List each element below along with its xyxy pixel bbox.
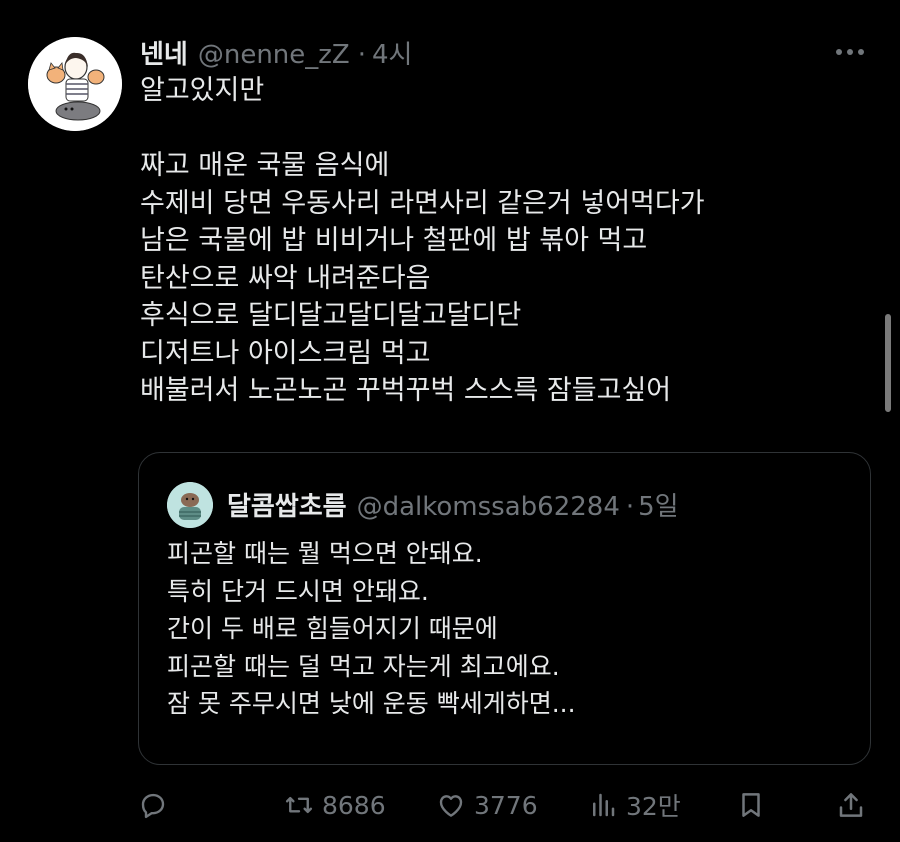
like-button[interactable]: 3776	[436, 788, 538, 822]
tweet-text-line: 짜고 매운 국물 음식에	[140, 150, 390, 181]
reply-icon	[141, 793, 165, 819]
more-dot-icon	[858, 49, 864, 55]
reply-button[interactable]	[138, 788, 176, 822]
quoted-text-line: 피곤할 때는 덜 먹고 자는게 최고에요.	[167, 651, 560, 681]
tweet-text-line: 배불러서 노곤노곤 꾸벅꾸벅 스스륵 잠들고싶어	[140, 375, 672, 406]
tweet-text-line: 후식으로 달디달고달디달고달디단	[140, 300, 522, 331]
quoted-author-avatar[interactable]	[167, 482, 213, 528]
tweet-text-line: 알고있지만	[140, 75, 265, 106]
quoted-author-display-name[interactable]: 달콤쌉초름	[227, 486, 347, 523]
scrollbar-thumb[interactable]	[885, 314, 891, 412]
tweet-header: 넨네 @nenne_zZ · 4시	[140, 34, 412, 72]
quoted-tweet-card[interactable]: 달콤쌉초름 @dalkomssab62284 · 5일 피곤할 때는 뭘 먹으면…	[138, 452, 871, 765]
views-button[interactable]: 32만	[588, 788, 681, 822]
views-count: 32만	[626, 792, 681, 821]
quoted-tweet-text: 피곤할 때는 뭘 먹으면 안돼요. 특히 단거 드시면 안돼요. 간이 두 배로…	[167, 535, 857, 723]
author-avatar[interactable]	[28, 37, 122, 131]
tweet-text: 알고있지만 짜고 매운 국물 음식에 수제비 당면 우동사리 라면사리 같은거 …	[140, 72, 840, 410]
share-icon	[839, 793, 863, 817]
quoted-text-line: 잠 못 주무시면 낮에 운동 빡세게하면...	[167, 689, 576, 718]
heart-icon	[439, 795, 463, 817]
tweet-text-line: 탄산으로 싸악 내려준다음	[140, 262, 431, 294]
quoted-text-line: 특히 단거 드시면 안돼요.	[167, 576, 429, 606]
bookmark-button[interactable]	[736, 788, 766, 822]
tweet-action-bar: 8686 3776 32만	[0, 780, 900, 830]
author-display-name[interactable]: 넨네	[140, 34, 188, 71]
tweet-text-line: 디저트나 아이스크림 먹고	[140, 337, 431, 369]
quoted-text-line: 피곤할 때는 뭘 먹으면 안돼요.	[167, 539, 483, 568]
quoted-header-separator: ·	[625, 492, 635, 522]
more-dot-icon	[847, 49, 853, 55]
more-options-button[interactable]	[830, 38, 870, 66]
tweet-timestamp[interactable]: 4시	[372, 34, 412, 71]
more-dot-icon	[836, 49, 842, 55]
quoted-tweet-header: 달콤쌉초름 @dalkomssab62284 · 5일	[227, 486, 679, 523]
quoted-author-handle[interactable]: @dalkomssab62284	[357, 492, 620, 522]
author-handle[interactable]: @nenne_zZ	[198, 40, 350, 70]
bookmark-icon	[742, 793, 760, 817]
tweet-text-line	[140, 110, 840, 148]
views-icon	[593, 793, 615, 817]
retweet-count: 8686	[322, 790, 386, 820]
retweet-icon	[285, 796, 313, 814]
share-button[interactable]	[836, 788, 866, 822]
tweet-text-line: 남은 국물에 밥 비비거나 철판에 밥 볶아 먹고	[140, 225, 648, 256]
quoted-tweet-timestamp[interactable]: 5일	[638, 486, 678, 523]
tweet-text-line: 수제비 당면 우동사리 라면사리 같은거 넣어먹다가	[140, 187, 705, 219]
quoted-avatar-illustration	[167, 482, 213, 528]
avatar-illustration	[28, 37, 122, 131]
like-count: 3776	[474, 790, 538, 820]
header-separator: ·	[357, 40, 366, 70]
quoted-text-line: 간이 두 배로 힘들어지기 때문에	[167, 614, 498, 643]
retweet-button[interactable]: 8686	[284, 788, 386, 822]
